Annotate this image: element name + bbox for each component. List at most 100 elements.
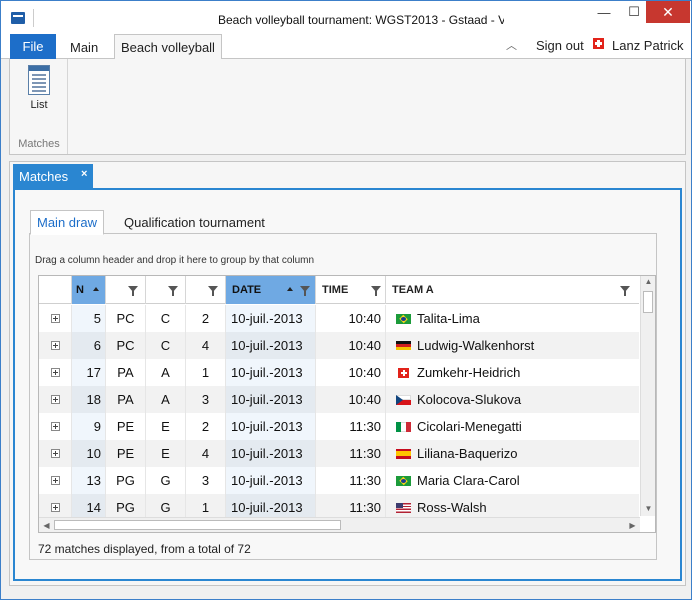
user-name[interactable]: Lanz Patrick <box>612 38 684 53</box>
scroll-right-icon[interactable]: ▶ <box>625 521 640 530</box>
column-header-group[interactable] <box>146 276 186 304</box>
tab-matches-label: Matches <box>19 168 69 184</box>
scroll-up-icon[interactable]: ▲ <box>641 277 656 286</box>
sort-ascending-icon <box>287 287 293 291</box>
column-header-num[interactable] <box>186 276 226 304</box>
country-flag-icon <box>396 421 411 432</box>
row-expander[interactable] <box>39 359 72 386</box>
cell-group: E <box>146 413 186 440</box>
cell-number: 18 <box>72 386 106 413</box>
cell-time: 10:40 <box>316 332 386 359</box>
team-name: Maria Clara-Carol <box>417 473 520 488</box>
cell-num: 4 <box>186 332 226 359</box>
cell-num: 2 <box>186 305 226 332</box>
column-header-date[interactable]: DATE <box>226 276 316 304</box>
country-flag-icon <box>396 448 411 459</box>
horizontal-scroll-thumb[interactable] <box>54 520 341 530</box>
ribbon-group-matches: List Matches <box>10 59 68 154</box>
expand-row-icon[interactable] <box>50 395 60 404</box>
column-header-date-label: DATE <box>232 284 262 296</box>
sort-ascending-icon <box>93 287 99 291</box>
file-tab[interactable]: File <box>10 34 56 59</box>
table-row[interactable]: 5 PC C 2 10-juil.-2013 10:40 Talita-Lima <box>39 305 639 332</box>
table-row[interactable]: 9 PE E 2 10-juil.-2013 11:30 Cicolari-Menegatt… <box>39 413 639 440</box>
filter-icon[interactable] <box>208 286 218 296</box>
row-expander[interactable] <box>39 467 72 494</box>
tab-matches[interactable]: Matches × <box>13 164 93 188</box>
document-area: Matches × Main draw Qualification tourna… <box>9 161 686 586</box>
filter-icon[interactable] <box>128 286 138 296</box>
row-expander[interactable] <box>39 332 72 359</box>
collapse-ribbon-icon[interactable]: ︿ <box>506 37 517 53</box>
matches-count-status: 72 matches displayed, from a total of 72 <box>38 542 251 556</box>
team-name: Talita-Lima <box>417 311 480 326</box>
tab-main[interactable]: Main <box>64 34 104 60</box>
filter-icon[interactable] <box>371 286 381 296</box>
maximize-button[interactable]: ☐ <box>620 1 648 23</box>
cell-group: A <box>146 359 186 386</box>
table-row[interactable]: 18 PA A 3 10-juil.-2013 10:40 Kolocova-Slukova <box>39 386 639 413</box>
cell-num: 2 <box>186 413 226 440</box>
minimize-button[interactable]: — <box>590 1 618 23</box>
row-expander[interactable] <box>39 440 72 467</box>
cell-pool: PA <box>106 386 146 413</box>
cell-num: 3 <box>186 386 226 413</box>
cell-group: C <box>146 305 186 332</box>
column-header-time[interactable]: TIME <box>316 276 386 304</box>
scroll-left-icon[interactable]: ◀ <box>39 521 54 530</box>
row-expander[interactable] <box>39 413 72 440</box>
matches-grid: N DATE TIME TEAM A 5 PC C 2 10-juil.-201… <box>38 275 656 533</box>
cell-pool: PC <box>106 305 146 332</box>
expand-row-icon[interactable] <box>50 476 60 485</box>
row-expander[interactable] <box>39 386 72 413</box>
column-header-team-a[interactable]: TEAM A <box>386 276 639 304</box>
app-logo-icon <box>11 12 25 24</box>
table-row[interactable]: 10 PE E 4 10-juil.-2013 11:30 Liliana-Baqueriz… <box>39 440 639 467</box>
filter-icon[interactable] <box>620 286 630 296</box>
expander-column-header <box>39 276 72 304</box>
horizontal-scrollbar[interactable]: ◀ ▶ <box>39 517 640 532</box>
table-row[interactable]: 6 PC C 4 10-juil.-2013 10:40 Ludwig-Walkenhors… <box>39 332 639 359</box>
expand-row-icon[interactable] <box>50 422 60 431</box>
team-name: Cicolari-Menegatti <box>417 419 522 434</box>
tab-qualification-tournament[interactable]: Qualification tournament <box>118 210 271 235</box>
cell-team-a: Kolocova-Slukova <box>386 386 639 413</box>
team-name: Liliana-Baquerizo <box>417 446 518 461</box>
cell-team-a: Cicolari-Menegatti <box>386 413 639 440</box>
vertical-scroll-thumb[interactable] <box>643 291 653 313</box>
filter-icon[interactable] <box>300 286 310 296</box>
table-row[interactable]: 13 PG G 3 10-juil.-2013 11:30 Maria Clara-Caro… <box>39 467 639 494</box>
scroll-down-icon[interactable]: ▼ <box>641 504 656 513</box>
column-header-number[interactable]: N <box>72 276 106 304</box>
row-expander[interactable] <box>39 305 72 332</box>
cell-team-a: Talita-Lima <box>386 305 639 332</box>
expand-row-icon[interactable] <box>50 503 60 512</box>
team-name: Kolocova-Slukova <box>417 392 522 407</box>
cell-date: 10-juil.-2013 <box>226 305 316 332</box>
cell-team-a: Liliana-Baquerizo <box>386 440 639 467</box>
list-button[interactable]: List <box>22 65 56 115</box>
cell-number: 5 <box>72 305 106 332</box>
table-row[interactable]: 17 PA A 1 10-juil.-2013 10:40 Zumkehr-Heidrich <box>39 359 639 386</box>
expand-row-icon[interactable] <box>50 341 60 350</box>
column-header-time-label: TIME <box>322 284 349 296</box>
cell-pool: PC <box>106 332 146 359</box>
cell-number: 10 <box>72 440 106 467</box>
column-header-pool[interactable] <box>106 276 146 304</box>
cell-time: 10:40 <box>316 359 386 386</box>
tab-main-draw[interactable]: Main draw <box>30 210 104 235</box>
filter-icon[interactable] <box>168 286 178 296</box>
cell-pool: PE <box>106 440 146 467</box>
expand-row-icon[interactable] <box>50 368 60 377</box>
country-flag-icon <box>396 475 411 486</box>
cell-num: 3 <box>186 467 226 494</box>
close-tab-icon[interactable]: × <box>81 168 87 180</box>
expand-row-icon[interactable] <box>50 449 60 458</box>
sign-out-link[interactable]: Sign out <box>536 38 584 53</box>
tab-beach-volleyball[interactable]: Beach volleyball <box>114 34 222 60</box>
expand-row-icon[interactable] <box>50 314 60 323</box>
vertical-scrollbar[interactable]: ▲ ▼ <box>640 276 655 516</box>
close-window-button[interactable]: ✕ <box>646 1 690 23</box>
cell-date: 10-juil.-2013 <box>226 386 316 413</box>
matches-content: Main draw Qualification tournament Drag … <box>13 188 682 581</box>
